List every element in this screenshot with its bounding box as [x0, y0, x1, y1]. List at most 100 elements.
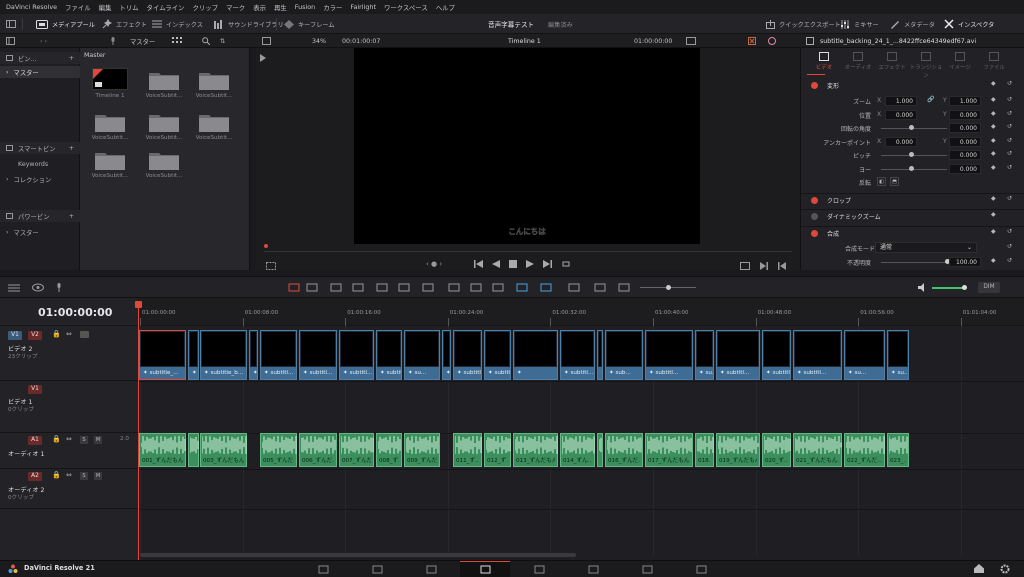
viewer-mode-icon[interactable] — [266, 262, 276, 270]
mute-button[interactable]: M — [94, 472, 102, 480]
stop-icon[interactable] — [509, 260, 517, 268]
zoom-fit-icon[interactable] — [568, 283, 580, 292]
audio-clip[interactable]: 016_ずんだ... — [605, 433, 643, 467]
audio-clip[interactable]: 012_ず... — [484, 433, 511, 467]
sort-icon[interactable]: ⇅ — [220, 34, 225, 48]
flip-vertical-icon[interactable]: ⬒ — [890, 177, 899, 186]
menu-item[interactable]: 編集 — [99, 3, 112, 12]
audio-clip[interactable]: 011_ず... — [453, 433, 482, 467]
mute-button[interactable]: M — [94, 436, 102, 444]
viewer-options-icon[interactable] — [686, 34, 696, 48]
solo-button[interactable]: S — [80, 472, 88, 480]
reset-icon[interactable]: ↺ — [1007, 228, 1012, 235]
audio-clip[interactable]: 008_ず... — [376, 433, 402, 467]
menu-item[interactable]: 表示 — [253, 3, 266, 12]
reset-icon[interactable]: ↺ — [1007, 80, 1012, 87]
metadata-button[interactable]: メタデータ — [890, 14, 935, 34]
video-clip[interactable]: ✦ subtitle_b... — [762, 330, 791, 380]
media-clip-thumbnail[interactable]: VoiceSubtit... — [192, 108, 236, 144]
video-clip[interactable]: ✦ subtitl... — [299, 330, 337, 380]
audio-clip[interactable]: 013_ずんだもん... — [513, 433, 558, 467]
video-clip[interactable]: ✦ subtitl... — [793, 330, 842, 380]
fairlight-page-tab[interactable] — [622, 561, 672, 577]
y-value-field[interactable]: 1.000 — [949, 96, 981, 106]
audio-clip[interactable]: 021_ずんだもん... — [793, 433, 842, 467]
menu-item[interactable]: 再生 — [274, 3, 287, 12]
bin-list-toggle-icon[interactable] — [6, 34, 15, 48]
keyframe-dot-icon[interactable]: ◆ — [991, 123, 996, 130]
reset-icon[interactable]: ↺ — [1007, 96, 1012, 103]
composite-mode-select[interactable]: 通常 ⌄ — [875, 242, 977, 253]
reset-icon[interactable]: ↺ — [1007, 243, 1012, 250]
composite-toggle[interactable] — [811, 230, 818, 237]
timeline-playhead[interactable] — [138, 304, 139, 560]
param-slider-track[interactable] — [881, 168, 947, 170]
auto-select-icon[interactable]: ⇔ — [66, 471, 72, 479]
menu-item[interactable]: ワークスペース — [384, 3, 428, 12]
video-clip[interactable]: ✦ subtitl... — [376, 330, 402, 380]
video-clip[interactable]: ✦ — [513, 330, 558, 380]
inspector-tab[interactable]: イメージ — [943, 52, 977, 71]
video-clip[interactable]: ✦ su... — [695, 330, 714, 380]
keyframe-dot-icon[interactable]: ◆ — [991, 137, 996, 144]
v1-track-tag[interactable]: V1 — [28, 385, 42, 394]
menu-item[interactable]: ヘルプ — [436, 3, 455, 12]
audio-clip[interactable]: 017_ずんだもん... — [645, 433, 693, 467]
auto-select-icon[interactable]: ⇔ — [66, 435, 72, 443]
mixer-button[interactable]: ミキサー — [840, 14, 879, 34]
replace-clip-icon[interactable] — [422, 283, 434, 292]
add-smart-bin-icon[interactable]: + — [69, 145, 74, 152]
keyframe-dot-icon[interactable]: ◆ — [991, 257, 996, 264]
playhead-handle[interactable] — [135, 301, 142, 308]
smart-bins-header[interactable]: スマートビン + — [0, 142, 80, 154]
video-clip[interactable]: ✦ su... — [442, 330, 451, 380]
param-slider-handle[interactable] — [909, 165, 914, 171]
selection-arrow-icon[interactable] — [288, 283, 300, 292]
audio-clip[interactable]: 014_ずん... — [560, 433, 595, 467]
next-edit-icon[interactable] — [760, 262, 768, 270]
video-clip[interactable]: ✦ subtitl... — [339, 330, 374, 380]
param-slider-handle[interactable] — [909, 152, 914, 157]
menu-item[interactable]: タイムライン — [147, 3, 185, 12]
timeline-view-options-icon[interactable] — [8, 284, 20, 292]
inspector-tab[interactable]: ファイル — [977, 52, 1011, 71]
layout-icon[interactable] — [6, 14, 16, 34]
media-clip-thumbnail[interactable]: VoiceSubtit... — [142, 146, 186, 182]
fusion-page-tab[interactable] — [514, 561, 564, 577]
media-pool-button[interactable]: メディアプール — [36, 14, 95, 34]
speaker-icon[interactable] — [918, 283, 928, 292]
zoom-slider-handle[interactable] — [666, 285, 671, 290]
timeline-edit-page-tab[interactable] — [460, 561, 510, 577]
reset-icon[interactable]: ↺ — [1007, 195, 1012, 202]
blade-tool-icon[interactable] — [330, 283, 342, 292]
effects-button[interactable]: エフェクト — [102, 14, 147, 34]
quick-export-button[interactable]: クイックエクスポート — [766, 14, 841, 34]
prev-edit-icon[interactable] — [778, 262, 786, 270]
timeline-name[interactable]: Timeline 1 — [508, 34, 541, 48]
reset-icon[interactable]: ↺ — [1007, 110, 1012, 117]
a2-track-tag[interactable]: A2 — [28, 472, 42, 481]
dynamic-zoom-section[interactable]: ダイナミックズーム ◆ — [801, 209, 1024, 222]
a1-track-tag[interactable]: A1 — [28, 436, 42, 445]
viewer-layout-icon[interactable] — [262, 34, 271, 48]
video-clip[interactable]: ✦ subtitl... — [260, 330, 297, 380]
viewer-zoom[interactable]: 34% — [312, 34, 326, 48]
add-power-bin-icon[interactable]: + — [69, 213, 74, 220]
keyframe-dot-icon[interactable]: ◆ — [991, 195, 996, 202]
y-value-field[interactable]: 0.000 — [949, 109, 981, 120]
position-lock-icon[interactable] — [492, 283, 504, 292]
mic-icon[interactable] — [110, 34, 116, 48]
reverse-icon[interactable] — [492, 260, 500, 268]
loop-icon[interactable] — [561, 260, 571, 268]
eye-icon[interactable] — [32, 283, 44, 292]
reset-icon[interactable]: ↺ — [1007, 123, 1012, 130]
lock-icon[interactable]: 🔒 — [52, 330, 61, 338]
lock-icon[interactable]: 🔒 — [52, 435, 61, 443]
video-clip[interactable]: ✦ subtitle_... — [139, 330, 186, 380]
reset-icon[interactable]: ↺ — [1007, 150, 1012, 157]
transform-toggle[interactable] — [811, 82, 818, 89]
audio-clip[interactable]: 003_ずんだもん... — [200, 433, 247, 467]
keyframe-dot-icon[interactable]: ◆ — [991, 110, 996, 117]
audio-clip[interactable]: 022_ずんだ... — [844, 433, 885, 467]
sound-library-button[interactable]: サウンドライブラリ — [214, 14, 284, 34]
